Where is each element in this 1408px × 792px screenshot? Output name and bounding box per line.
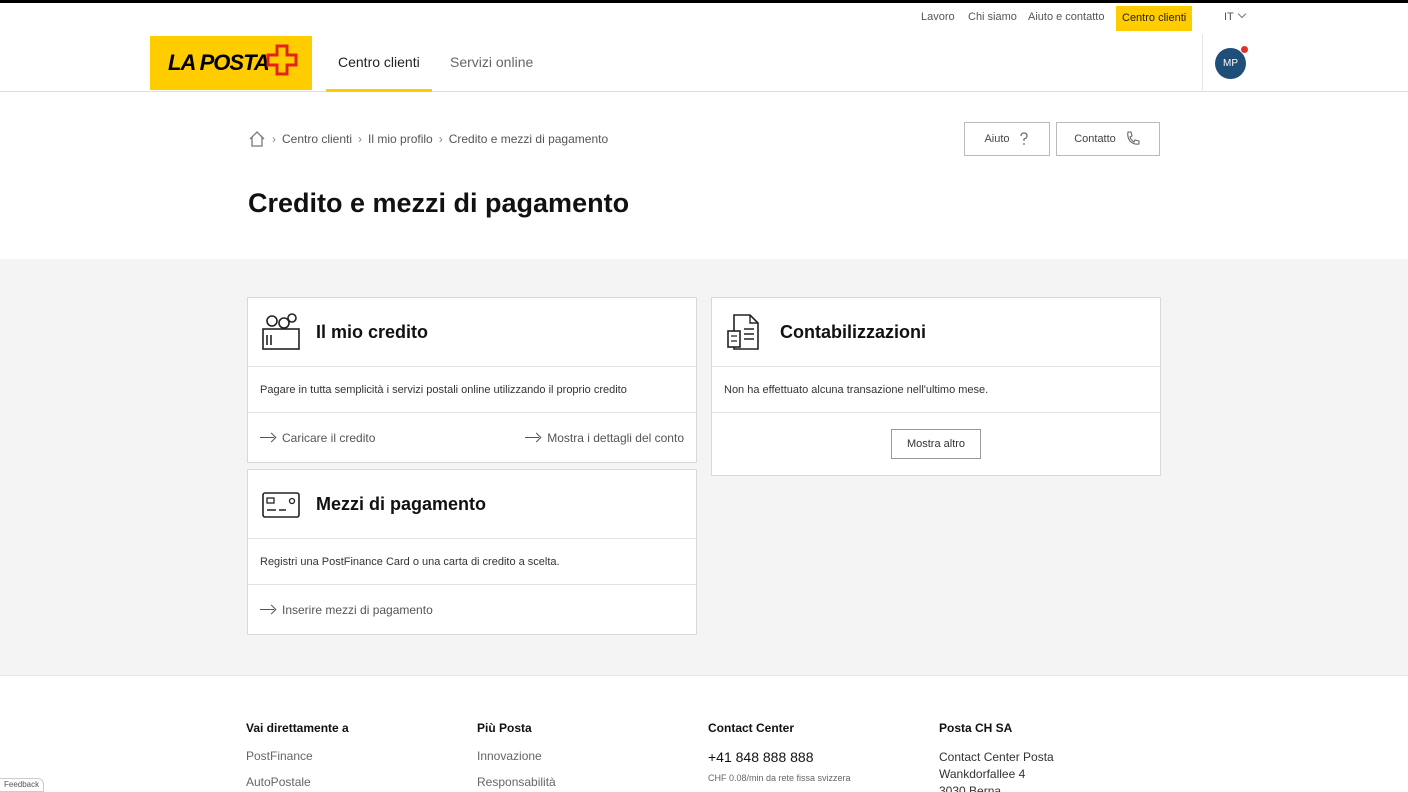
arrow-right-icon xyxy=(260,605,276,615)
footer-link[interactable]: AutoPostale xyxy=(246,775,349,789)
footer-col-links: Vai direttamente a PostFinance AutoPosta… xyxy=(246,721,349,792)
bookings-card-title: Contabilizzazioni xyxy=(780,321,926,342)
footer-address-line: Contact Center Posta xyxy=(939,750,1054,764)
footer-col-contact: Contact Center +41 848 888 888 CHF 0.08/… xyxy=(708,721,851,783)
util-link-about[interactable]: Chi siamo xyxy=(968,11,1017,23)
payment-card-description: Registri una PostFinance Card o una cart… xyxy=(248,539,696,585)
footer: Vai direttamente a PostFinance AutoPosta… xyxy=(0,675,1408,792)
arrow-right-icon xyxy=(525,433,541,443)
credit-card-description: Pagare in tutta semplicità i servizi pos… xyxy=(248,367,696,413)
add-payment-method-link[interactable]: Inserire mezzi di pagamento xyxy=(260,603,433,617)
bookings-card-header: Contabilizzazioni xyxy=(712,298,1160,367)
avatar-initials: MP xyxy=(1223,58,1238,69)
credit-card: Il mio credito Pagare in tutta semplicit… xyxy=(247,297,697,463)
help-button-label: Aiuto xyxy=(984,133,1010,145)
payment-card-header: Mezzi di pagamento xyxy=(248,470,696,539)
breadcrumb-item-profile[interactable]: Il mio profilo xyxy=(368,132,433,146)
contact-button-label: Contatto xyxy=(1074,133,1116,145)
content-area: Il mio credito Pagare in tutta semplicit… xyxy=(0,259,1408,675)
account-details-label: Mostra i dettagli del conto xyxy=(547,431,684,445)
credit-card-title: Il mio credito xyxy=(316,321,429,342)
question-icon xyxy=(1019,132,1028,145)
main-nav: LA POSTA Centro clienti Servizi online M… xyxy=(0,34,1408,92)
arrow-right-icon xyxy=(260,433,276,443)
bookings-card: Contabilizzazioni Non ha effettuato alcu… xyxy=(711,297,1161,476)
coins-icon xyxy=(262,313,300,350)
util-link-jobs[interactable]: Lavoro xyxy=(921,11,955,23)
footer-col-address: Posta CH SA Contact Center Posta Wankdor… xyxy=(939,721,1054,792)
load-credit-label: Caricare il credito xyxy=(282,431,376,445)
language-label: IT xyxy=(1224,11,1234,23)
util-customer-center-button[interactable]: Centro clienti xyxy=(1116,6,1193,31)
breadcrumb-separator: › xyxy=(438,132,443,146)
account-details-link[interactable]: Mostra i dettagli del conto xyxy=(525,431,684,445)
util-link-help[interactable]: Aiuto e contatto xyxy=(1028,11,1104,23)
load-credit-link[interactable]: Caricare il credito xyxy=(260,431,375,445)
show-more-button[interactable]: Mostra altro xyxy=(891,429,981,459)
breadcrumb-item-customer-center[interactable]: Centro clienti xyxy=(282,132,352,146)
contact-button[interactable]: Contatto xyxy=(1056,122,1160,156)
credit-card-header: Il mio credito xyxy=(248,298,696,367)
add-payment-method-label: Inserire mezzi di pagamento xyxy=(282,603,433,617)
footer-heading: Contact Center xyxy=(708,721,795,735)
breadcrumb-separator: › xyxy=(358,132,363,146)
tab-customer-center[interactable]: Centro clienti xyxy=(326,54,432,92)
page-title: Credito e mezzi di pagamento xyxy=(248,188,630,218)
footer-col-more: Più Posta Innovazione Responsabilità xyxy=(477,721,556,792)
language-selector[interactable]: IT xyxy=(1224,9,1247,23)
bookings-card-description: Non ha effettuato alcuna transazione nel… xyxy=(712,367,1160,413)
tab-online-services[interactable]: Servizi online xyxy=(450,54,533,70)
breadcrumb-separator: › xyxy=(272,132,276,146)
breadcrumb: › Centro clienti › Il mio profilo › Cred… xyxy=(248,130,608,148)
footer-heading: Vai direttamente a xyxy=(246,721,349,735)
payment-card-links: Inserire mezzi di pagamento xyxy=(248,585,696,635)
avatar[interactable]: MP xyxy=(1215,45,1249,79)
chevron-down-icon xyxy=(1237,9,1247,19)
footer-phone-note: CHF 0.08/min da rete fissa svizzera xyxy=(708,773,851,783)
footer-link[interactable]: PostFinance xyxy=(246,749,349,763)
footer-link[interactable]: Innovazione xyxy=(477,749,556,763)
footer-address-line: 3030 Berna xyxy=(939,784,1002,792)
footer-heading: Più Posta xyxy=(477,721,532,735)
payment-methods-card: Mezzi di pagamento Registri una PostFina… xyxy=(247,469,697,635)
card-icon xyxy=(262,492,300,518)
feedback-tab[interactable]: Feedback xyxy=(0,778,45,792)
nav-divider xyxy=(1202,34,1203,92)
logo-text: LA POSTA xyxy=(168,50,270,75)
footer-address-line: Wankdorfallee 4 xyxy=(939,767,1026,781)
receipt-icon xyxy=(727,314,759,350)
home-icon[interactable] xyxy=(248,130,266,148)
help-button[interactable]: Aiuto xyxy=(964,122,1050,156)
footer-phone[interactable]: +41 848 888 888 xyxy=(708,749,851,765)
footer-link[interactable]: Responsabilità xyxy=(477,775,556,789)
logo[interactable]: LA POSTA xyxy=(150,36,312,90)
payment-card-title: Mezzi di pagamento xyxy=(316,493,487,514)
footer-heading: Posta CH SA xyxy=(939,721,1013,735)
swiss-cross-icon xyxy=(266,44,298,76)
breadcrumb-item-current: Credito e mezzi di pagamento xyxy=(448,132,609,146)
phone-icon xyxy=(1126,131,1140,145)
utility-bar: Lavoro Chi siamo Aiuto e contatto Centro… xyxy=(0,3,1408,34)
notification-dot xyxy=(1240,45,1249,54)
page-header: › Centro clienti › Il mio profilo › Cred… xyxy=(0,92,1408,259)
credit-card-links: Caricare il credito Mostra i dettagli de… xyxy=(248,413,696,463)
